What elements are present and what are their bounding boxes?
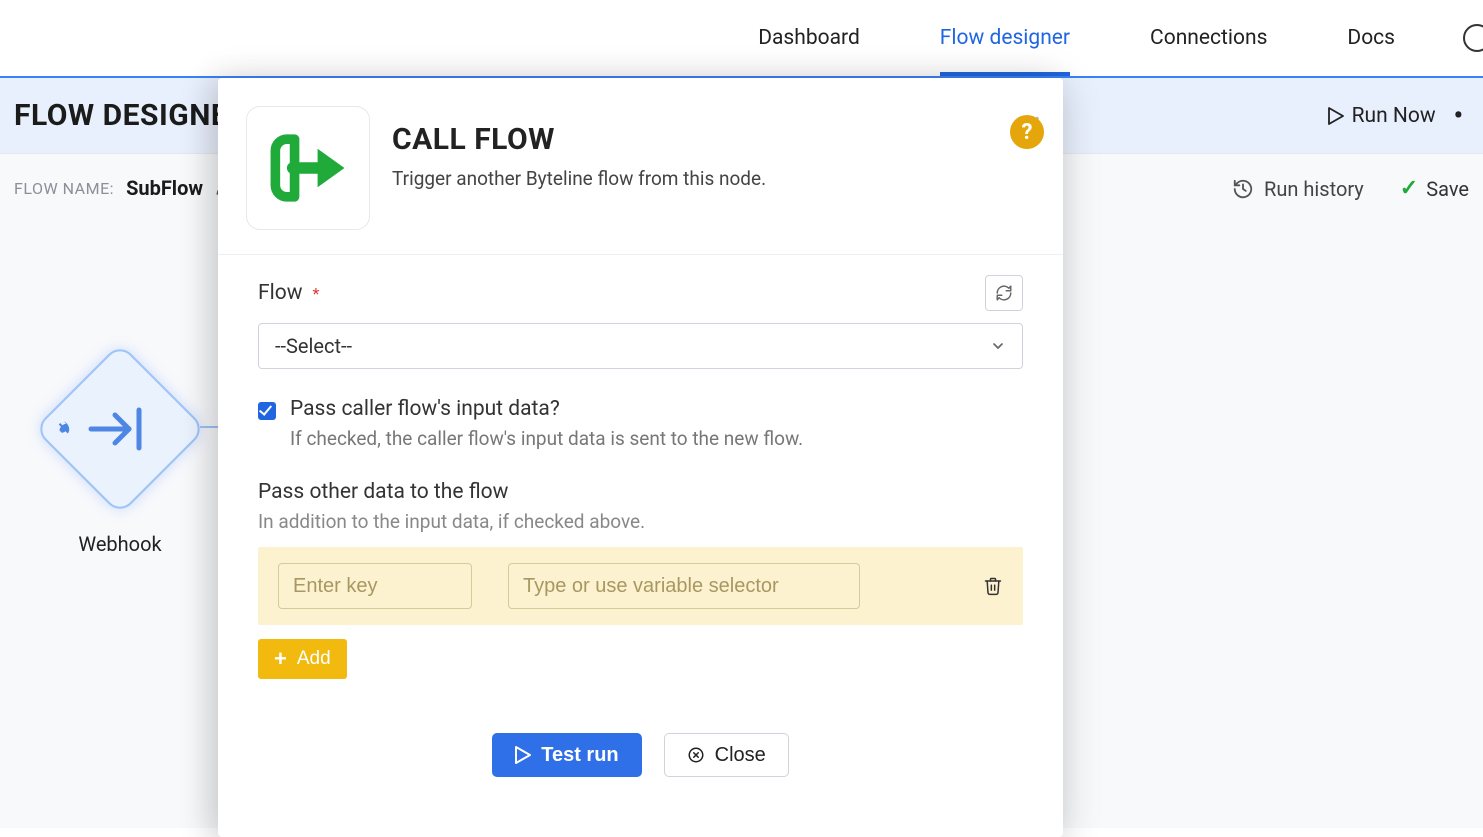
flow-select[interactable]: --Select-- bbox=[258, 323, 1023, 369]
add-label: Add bbox=[297, 648, 331, 670]
search-icon[interactable] bbox=[1463, 24, 1483, 52]
flow-select-value: --Select-- bbox=[275, 334, 352, 358]
save-label: Save bbox=[1426, 177, 1469, 201]
flow-name-value: SubFlow bbox=[126, 176, 203, 200]
tab-docs[interactable]: Docs bbox=[1347, 2, 1395, 74]
pass-other-heading: Pass other data to the flow bbox=[258, 480, 1023, 504]
pass-caller-checkbox[interactable] bbox=[258, 402, 276, 420]
page-title: FLOW DESIGNER bbox=[14, 98, 248, 133]
close-label: Close bbox=[715, 744, 766, 767]
trash-icon bbox=[983, 575, 1003, 597]
delete-row-button[interactable] bbox=[983, 575, 1003, 597]
rocket-icon bbox=[55, 420, 73, 438]
pass-caller-help: If checked, the caller flow's input data… bbox=[290, 427, 803, 450]
modal-title: CALL FLOW bbox=[392, 122, 766, 157]
tab-flow-designer[interactable]: Flow designer bbox=[940, 2, 1070, 74]
refresh-icon bbox=[995, 284, 1013, 302]
add-row-button[interactable]: + Add bbox=[258, 639, 347, 679]
call-flow-modal: ✕ CALL FLOW Trigger another Byteline flo… bbox=[218, 78, 1063, 837]
kv-row bbox=[258, 547, 1023, 625]
node-label: Webhook bbox=[30, 532, 210, 556]
required-asterisk: * bbox=[312, 284, 319, 303]
flow-name-label: FLOW NAME: bbox=[14, 179, 114, 198]
canvas-actions: Run history ✓ Save bbox=[1232, 176, 1469, 201]
test-run-button[interactable]: Test run bbox=[492, 733, 641, 777]
pass-other-help: In addition to the input data, if checke… bbox=[258, 510, 1023, 533]
run-history-button[interactable]: Run history bbox=[1232, 177, 1364, 201]
close-circle-icon bbox=[687, 746, 705, 764]
pass-caller-label: Pass caller flow's input data? bbox=[290, 397, 803, 421]
refresh-flows-button[interactable] bbox=[985, 275, 1023, 311]
run-now-button[interactable]: Run Now bbox=[1328, 104, 1436, 128]
kv-value-input[interactable] bbox=[508, 563, 860, 609]
history-icon bbox=[1232, 178, 1254, 200]
flow-field-label: Flow bbox=[258, 281, 302, 305]
run-now-label: Run Now bbox=[1352, 104, 1436, 128]
chevron-down-icon bbox=[990, 338, 1006, 354]
modal-header: CALL FLOW Trigger another Byteline flow … bbox=[218, 78, 1063, 255]
tab-connections[interactable]: Connections bbox=[1150, 2, 1267, 74]
play-icon bbox=[515, 746, 531, 764]
tab-dashboard[interactable]: Dashboard bbox=[758, 2, 860, 74]
more-menu[interactable]: • bbox=[1450, 101, 1467, 131]
node-webhook[interactable]: Webhook bbox=[30, 344, 210, 556]
save-button[interactable]: ✓ Save bbox=[1400, 176, 1469, 201]
close-button[interactable]: Close bbox=[664, 733, 789, 777]
run-history-label: Run history bbox=[1264, 177, 1364, 201]
test-run-label: Test run bbox=[541, 744, 618, 767]
nav-tabs: Dashboard Flow designer Connections Docs bbox=[758, 2, 1395, 74]
play-icon bbox=[1328, 107, 1344, 125]
call-flow-icon bbox=[246, 106, 370, 230]
modal-subtitle: Trigger another Byteline flow from this … bbox=[392, 167, 766, 190]
check-icon: ✓ bbox=[1400, 176, 1418, 201]
help-icon[interactable]: ? bbox=[1010, 115, 1044, 149]
plus-icon: + bbox=[274, 648, 287, 670]
arrow-to-line-icon bbox=[85, 404, 155, 454]
kv-key-input[interactable] bbox=[278, 563, 472, 609]
top-nav: Dashboard Flow designer Connections Docs bbox=[0, 0, 1483, 78]
flow-name-row: FLOW NAME: SubFlow bbox=[14, 176, 233, 200]
